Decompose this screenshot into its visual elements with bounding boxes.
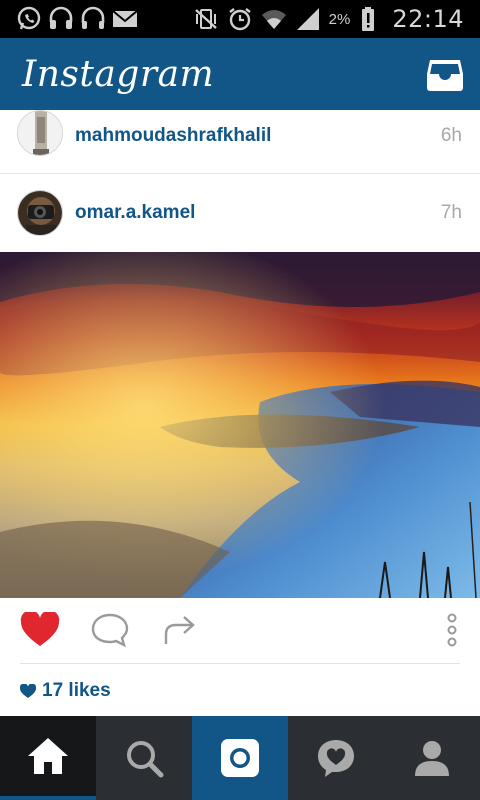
clock: 22:14 <box>392 5 464 33</box>
profile-icon <box>415 741 449 776</box>
battery-percent: 2% <box>328 10 351 28</box>
email-icon <box>112 6 138 32</box>
nav-profile[interactable] <box>384 716 480 800</box>
more-options-icon <box>447 613 457 647</box>
headset-icon <box>48 6 74 32</box>
post-header[interactable]: mahmoudashrafkhalil 6h <box>0 110 480 162</box>
timestamp: 6h <box>440 125 462 146</box>
post-photo[interactable] <box>0 252 480 598</box>
activity-icon <box>318 740 354 777</box>
divider <box>20 663 460 664</box>
username[interactable]: mahmoudashrafkhalil <box>75 125 271 147</box>
nav-search[interactable] <box>96 716 192 800</box>
status-bar: 2% 22:14 <box>0 0 480 38</box>
home-icon <box>28 738 68 774</box>
bottom-navigation <box>0 716 480 800</box>
post-actions <box>0 598 480 664</box>
comment-button[interactable] <box>90 612 130 648</box>
post-header[interactable]: omar.a.kamel 7h <box>0 174 480 252</box>
notification-icons <box>0 6 138 32</box>
inbox-button[interactable] <box>426 56 464 92</box>
battery-low-icon <box>358 6 384 32</box>
share-icon <box>164 616 195 644</box>
system-icons: 2% 22:14 <box>193 5 480 33</box>
headphones-icon <box>80 6 106 32</box>
app-bar: Instagram <box>0 38 480 110</box>
comment-icon <box>91 613 129 648</box>
timestamp: 7h <box>440 202 462 223</box>
likes-label: 17 likes <box>42 680 111 701</box>
camera-icon <box>221 739 259 777</box>
inbox-icon <box>427 60 463 91</box>
whatsapp-icon <box>16 6 42 32</box>
more-options-button[interactable] <box>440 612 464 648</box>
nav-home[interactable] <box>0 716 96 800</box>
wifi-icon <box>261 6 287 32</box>
instagram-screen: 2% 22:14 Instagram mahmoudashrafkhalil 6… <box>0 0 480 800</box>
app-title: Instagram <box>22 53 215 95</box>
small-heart-icon <box>20 683 36 698</box>
signal-icon <box>295 6 321 32</box>
nav-activity[interactable] <box>288 716 384 800</box>
alarm-icon <box>227 6 253 32</box>
avatar[interactable] <box>17 110 63 156</box>
username[interactable]: omar.a.kamel <box>75 202 195 224</box>
nav-camera[interactable] <box>192 716 288 800</box>
heart-icon <box>20 610 60 646</box>
avatar[interactable] <box>17 190 63 236</box>
vibrate-off-icon <box>193 6 219 32</box>
likes-count[interactable]: 17 likes <box>20 680 111 702</box>
search-icon <box>127 741 164 778</box>
like-button[interactable] <box>20 610 60 648</box>
share-button[interactable] <box>160 612 200 648</box>
